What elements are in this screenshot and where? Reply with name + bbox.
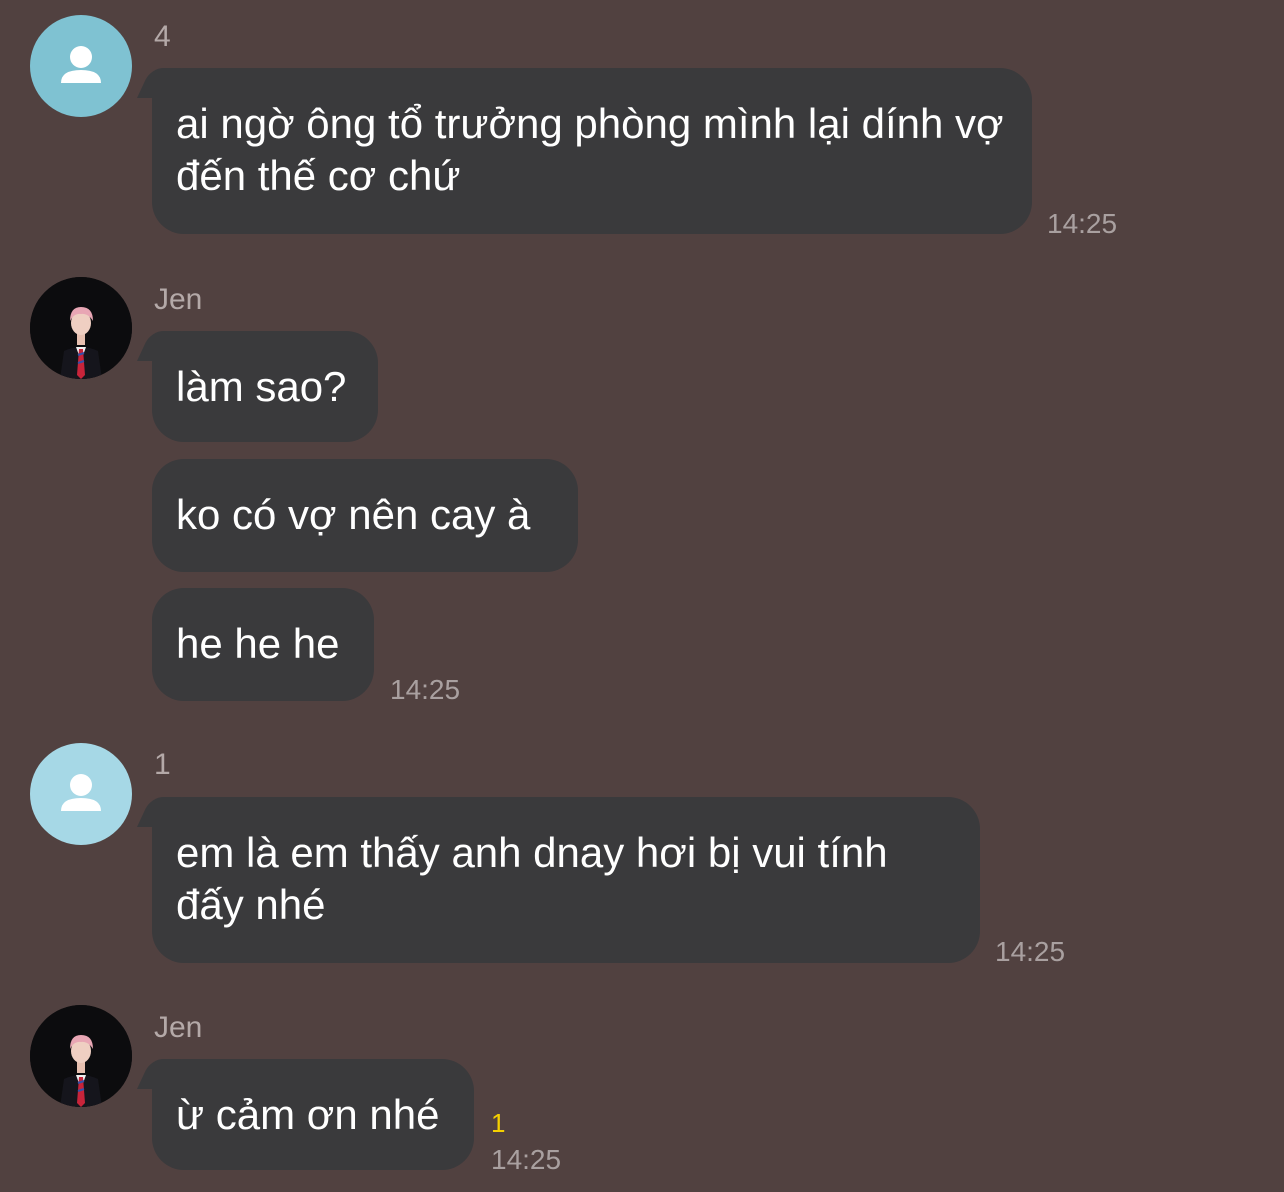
message-bubble[interactable]: he he he [152, 588, 374, 701]
avatar[interactable] [30, 743, 132, 845]
sender-name: Jen [154, 1011, 203, 1044]
message-text: ừ cảm ơn nhé [176, 1091, 440, 1138]
message-bubble[interactable]: làm sao? [152, 331, 378, 442]
sender-name: Jen [154, 283, 203, 316]
avatar[interactable] [30, 15, 132, 117]
message-time: 14:25 [1047, 208, 1118, 239]
unread-count: 1 [491, 1108, 506, 1138]
message-bubble[interactable]: ai ngờ ông tổ trưởng phòng mình lại dính… [152, 68, 1032, 234]
sender-name: 1 [154, 748, 171, 781]
avatar[interactable] [30, 277, 132, 379]
message-time: 14:25 [995, 936, 1066, 967]
default-avatar-icon [61, 774, 101, 811]
message-bubble[interactable]: ừ cảm ơn nhé [152, 1059, 474, 1170]
message-bubble[interactable]: ko có vợ nên cay à [152, 459, 578, 572]
message-time: 14:25 [491, 1144, 562, 1175]
message-time: 14:25 [390, 674, 461, 705]
message-text: làm sao? [176, 363, 347, 410]
message-bubble[interactable]: em là em thấy anh dnay hơi bị vui tính đ… [152, 797, 980, 963]
message-text: he he he [176, 620, 340, 667]
profile-photo-icon [30, 277, 132, 379]
default-avatar-icon [61, 46, 101, 83]
message-text: ai ngờ ông tổ trưởng phòng mình lại dính… [176, 100, 1016, 199]
message-text: em là em thấy anh dnay hơi bị vui tính đ… [176, 829, 900, 928]
avatar[interactable] [30, 1005, 132, 1107]
message-text: ko có vợ nên cay à [176, 491, 531, 538]
profile-photo-icon [30, 1005, 132, 1107]
sender-name: 4 [154, 20, 171, 53]
